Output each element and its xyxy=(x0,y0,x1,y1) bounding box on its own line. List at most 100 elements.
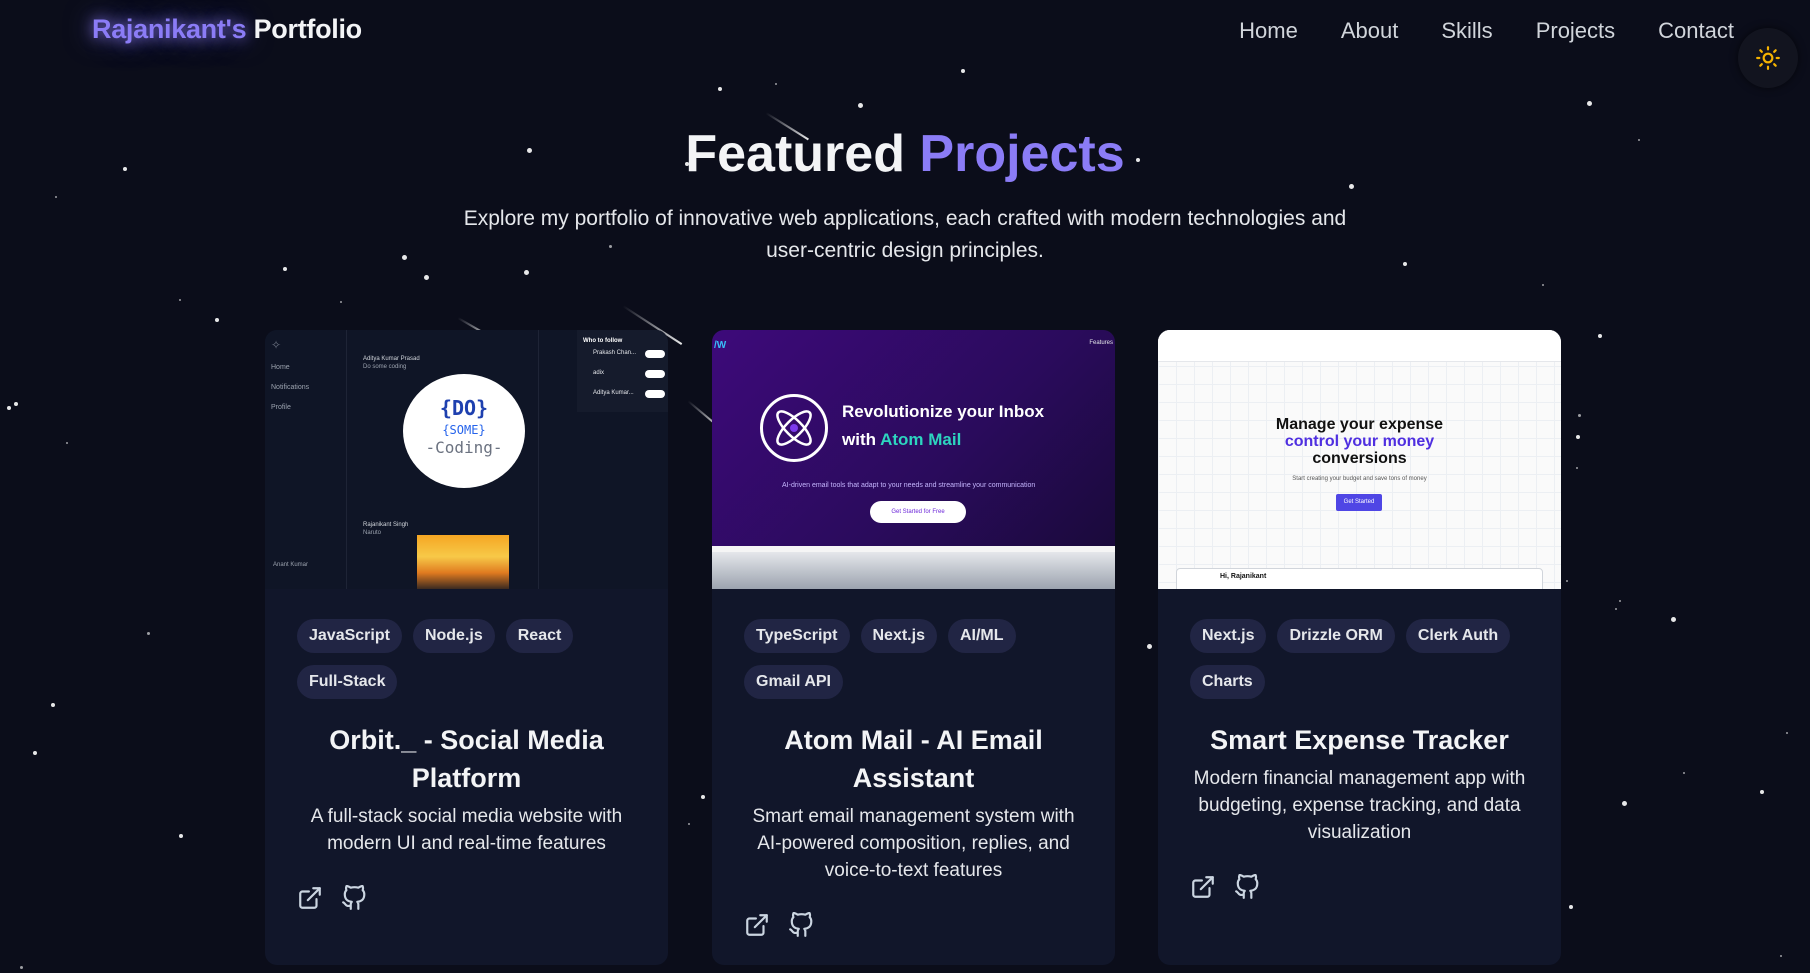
star xyxy=(1587,101,1592,106)
star xyxy=(775,83,777,85)
project-description: A full-stack social media website with m… xyxy=(310,806,623,854)
logo-text: {DO} xyxy=(439,396,489,420)
external-link-icon[interactable] xyxy=(297,885,323,911)
preview-logo-icon: ✧ xyxy=(271,338,282,352)
sun-icon xyxy=(1756,46,1780,70)
preview-headline-line: Manage your expense xyxy=(1275,416,1444,433)
star xyxy=(1147,644,1152,649)
logo-text: -Coding- xyxy=(425,438,503,457)
github-icon[interactable] xyxy=(1234,874,1260,900)
project-card-atom-mail: /W Features Revolutionize your Inbox wit… xyxy=(712,330,1115,965)
top-navigation: Rajanikant's Portfolio Home About Skills… xyxy=(0,0,1810,62)
star xyxy=(1578,414,1581,417)
tech-tag: Node.js xyxy=(412,619,495,653)
project-title: Smart Expense Tracker xyxy=(1210,725,1509,755)
star xyxy=(1780,955,1782,957)
tech-tag: TypeScript xyxy=(744,619,850,653)
star xyxy=(858,103,863,108)
star xyxy=(688,823,690,825)
project-title: Atom Mail - AI Email Assistant xyxy=(784,725,1043,793)
star xyxy=(1622,801,1627,806)
atom-logo-icon xyxy=(760,394,828,462)
star xyxy=(340,301,342,303)
section-subtitle: Explore my portfolio of innovative web a… xyxy=(463,207,1347,262)
project-preview-image[interactable]: Manage your expense control your money c… xyxy=(1158,330,1561,589)
star xyxy=(424,275,429,280)
preview-headline: Revolutionize your Inbox with Atom Mail xyxy=(842,398,1044,454)
follow-user: adix xyxy=(593,370,605,376)
preview-side-item: Profile xyxy=(271,404,291,411)
star xyxy=(1542,284,1544,286)
github-icon[interactable] xyxy=(788,912,814,938)
brand-logo[interactable]: Rajanikant's Portfolio xyxy=(92,14,362,45)
do-some-coding-logo: {DO} {SOME} -Coding- xyxy=(403,374,525,488)
preview-post-author: Aditya Kumar Prasad xyxy=(363,356,420,362)
tech-tag: React xyxy=(505,619,574,653)
follow-button xyxy=(645,370,665,378)
external-link-icon[interactable] xyxy=(744,912,770,938)
tech-tags: JavaScript Node.js React Full-Stack xyxy=(265,589,668,699)
who-to-follow-title: Who to follow xyxy=(583,338,623,344)
star xyxy=(1566,580,1568,582)
star xyxy=(51,703,55,707)
preview-cta: Get Started xyxy=(1336,494,1382,511)
preview-topbar xyxy=(1158,330,1561,362)
nav-link-about[interactable]: About xyxy=(1341,18,1399,44)
logo-text: {SOME} xyxy=(442,423,486,437)
tech-tags: TypeScript Next.js AI/ML Gmail API xyxy=(712,589,1115,699)
nav-links: Home About Skills Projects Contact xyxy=(1239,18,1734,44)
star xyxy=(1403,262,1407,266)
preview-post-text: Naruto xyxy=(363,530,382,536)
tech-tag: Charts xyxy=(1190,665,1265,699)
nav-link-home[interactable]: Home xyxy=(1239,18,1298,44)
tech-tag: Next.js xyxy=(1190,619,1267,653)
nav-link-skills[interactable]: Skills xyxy=(1441,18,1492,44)
star xyxy=(718,87,722,91)
project-links xyxy=(712,912,1115,938)
project-card-expense-tracker: Manage your expense control your money c… xyxy=(1158,330,1561,965)
star xyxy=(14,402,18,406)
nav-link-contact[interactable]: Contact xyxy=(1658,18,1734,44)
preview-headline-line: with Atom Mail xyxy=(842,430,962,449)
star xyxy=(1569,905,1573,909)
preview-greeting: Hi, Rajanikant xyxy=(1220,573,1267,580)
nav-link-projects[interactable]: Projects xyxy=(1536,18,1615,44)
star xyxy=(1576,467,1578,469)
star xyxy=(55,196,57,198)
external-link-icon[interactable] xyxy=(1190,874,1216,900)
star xyxy=(283,267,287,271)
tech-tag: Clerk Auth xyxy=(1405,619,1511,653)
preview-subtext: Start creating your budget and save tons… xyxy=(1292,476,1427,482)
preview-who-to-follow: Who to follow Prakash Chan... adix Adity… xyxy=(577,330,668,412)
preview-screenshot-strip xyxy=(712,546,1115,589)
tech-tag: Full-Stack xyxy=(297,665,398,699)
preview-sidebar: ✧ Home Notifications Profile Anant Kumar xyxy=(265,330,347,589)
github-icon[interactable] xyxy=(341,885,367,911)
star xyxy=(1683,772,1685,774)
project-description: Modern financial management app with bud… xyxy=(1193,768,1526,843)
star xyxy=(7,406,11,410)
star xyxy=(1615,608,1617,610)
tech-tag: JavaScript xyxy=(297,619,402,653)
section-title: Featured Projects xyxy=(685,125,1125,183)
tech-tag: Next.js xyxy=(860,619,937,653)
preview-headline-line: Revolutionize your Inbox xyxy=(842,402,1045,421)
project-preview-image[interactable]: ✧ Home Notifications Profile Anant Kumar… xyxy=(265,330,668,589)
preview-subtext: AI-driven email tools that adapt to your… xyxy=(782,482,1036,489)
project-links xyxy=(1158,874,1561,900)
star xyxy=(215,318,219,322)
star xyxy=(1576,435,1580,439)
project-preview-image[interactable]: /W Features Revolutionize your Inbox wit… xyxy=(712,330,1115,589)
star xyxy=(1619,600,1621,602)
star xyxy=(701,795,705,799)
preview-side-item: Home xyxy=(271,364,290,371)
star xyxy=(961,69,965,73)
preview-post-image xyxy=(417,535,509,589)
tech-tag: AI/ML xyxy=(947,619,1016,653)
star xyxy=(33,751,37,755)
follow-user: Aditya Kumar... xyxy=(593,390,634,396)
theme-toggle-button[interactable] xyxy=(1738,28,1798,88)
tech-tag: Gmail API xyxy=(744,665,843,699)
star xyxy=(20,966,23,969)
tech-tag: Drizzle ORM xyxy=(1277,619,1395,653)
